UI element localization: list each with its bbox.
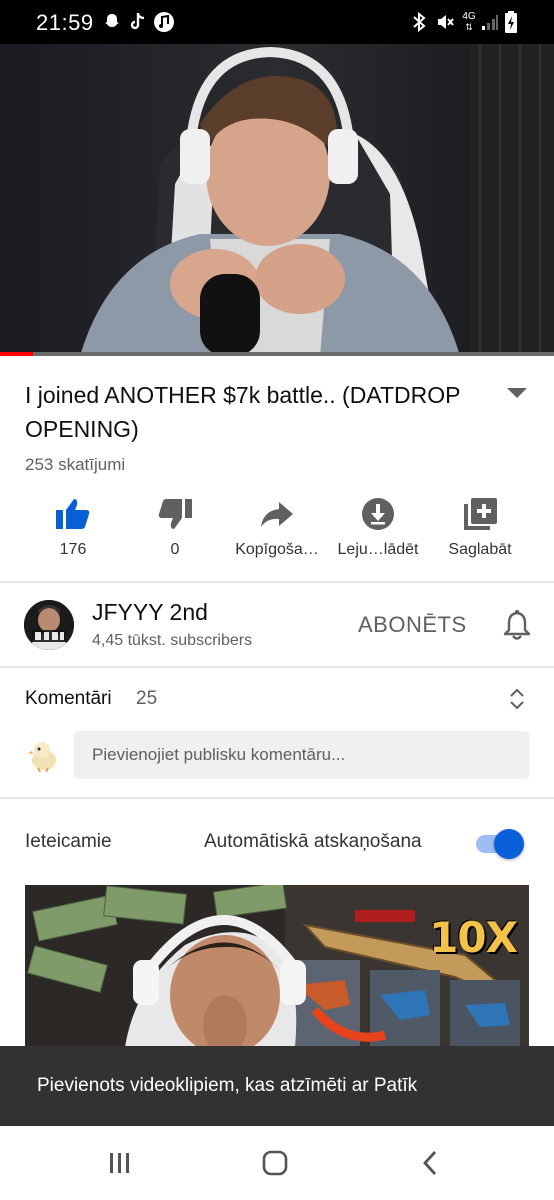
expand-description-icon[interactable] <box>506 386 528 400</box>
divider <box>0 581 554 583</box>
channel-avatar[interactable] <box>24 600 74 650</box>
download-button[interactable]: Leju…lādēt <box>323 496 433 566</box>
network-arrows: ⇅ <box>465 22 473 32</box>
thumbs-up-icon <box>56 499 90 529</box>
mute-icon <box>434 10 456 34</box>
status-time: 21:59 <box>36 10 94 35</box>
save-label: Saglabāt <box>448 541 512 558</box>
recent-apps-button[interactable] <box>100 1148 140 1178</box>
autoplay-toggle[interactable] <box>474 829 526 859</box>
autoplay-toggle-knob <box>494 829 524 859</box>
autoplay-label: Automātiskā atskaņošana <box>204 831 422 852</box>
view-count: 253 skatījumi <box>25 455 126 474</box>
recent-apps-icon <box>110 1153 129 1173</box>
comments-title[interactable]: Komentāri <box>25 688 112 710</box>
back-icon <box>423 1151 437 1175</box>
snapchat-icon <box>100 10 124 34</box>
expand-comments-icon[interactable] <box>508 686 526 712</box>
notification-bell-icon[interactable] <box>502 609 532 641</box>
music-app-icon <box>152 10 176 34</box>
status-bar: 21:59 4G ⇅ <box>0 0 554 44</box>
battery-charging-icon <box>503 10 519 34</box>
video-title: I joined ANOTHER $7k battle.. (DATDROP O… <box>25 382 461 442</box>
subscribed-button[interactable]: ABONĒTS <box>358 612 467 638</box>
home-icon <box>262 1150 288 1176</box>
save-button[interactable]: Saglabāt <box>425 496 535 566</box>
thumbs-down-icon <box>158 499 192 529</box>
playlist-add-icon <box>464 498 497 530</box>
divider <box>0 666 554 668</box>
dislike-count: 0 <box>170 541 180 558</box>
network-label: 4G <box>462 11 476 22</box>
video-frame <box>0 44 554 356</box>
like-button[interactable]: 176 <box>18 496 128 566</box>
bluetooth-icon <box>409 10 429 34</box>
dislike-button[interactable]: 0 <box>120 496 230 566</box>
comments-count: 25 <box>136 688 158 709</box>
snackbar-message: Pievienots videoklipiem, kas atzīmēti ar… <box>0 1046 554 1126</box>
network-4g-icon: 4G ⇅ <box>458 10 480 34</box>
thumbnail-badge: 10X <box>429 913 518 962</box>
download-icon <box>362 498 394 530</box>
user-avatar <box>28 742 56 772</box>
comment-input[interactable] <box>74 731 529 779</box>
divider <box>0 797 554 799</box>
tiktok-icon <box>128 10 148 34</box>
share-button[interactable]: Kopīgoša… <box>222 496 332 566</box>
home-button[interactable] <box>255 1148 295 1178</box>
recommended-video-thumbnail[interactable]: 10X <box>25 885 529 1047</box>
recommendations-title: Ieteicamie <box>25 831 112 852</box>
subscriber-count: 4,45 tūkst. subscribers <box>92 632 253 649</box>
download-label: Leju…lādēt <box>337 541 419 558</box>
channel-avatar-image <box>24 600 74 650</box>
back-button[interactable] <box>410 1148 450 1178</box>
video-progress-fill <box>0 352 34 356</box>
video-progress-bar[interactable] <box>0 352 554 356</box>
signal-icon <box>480 10 500 34</box>
like-count: 176 <box>59 541 87 558</box>
thumbnail-image <box>25 885 529 1047</box>
channel-name[interactable]: JFYYY 2nd <box>92 599 208 626</box>
system-nav-bar <box>0 1126 554 1200</box>
share-icon <box>261 502 293 527</box>
video-player[interactable] <box>0 44 554 356</box>
share-label: Kopīgoša… <box>235 541 319 558</box>
